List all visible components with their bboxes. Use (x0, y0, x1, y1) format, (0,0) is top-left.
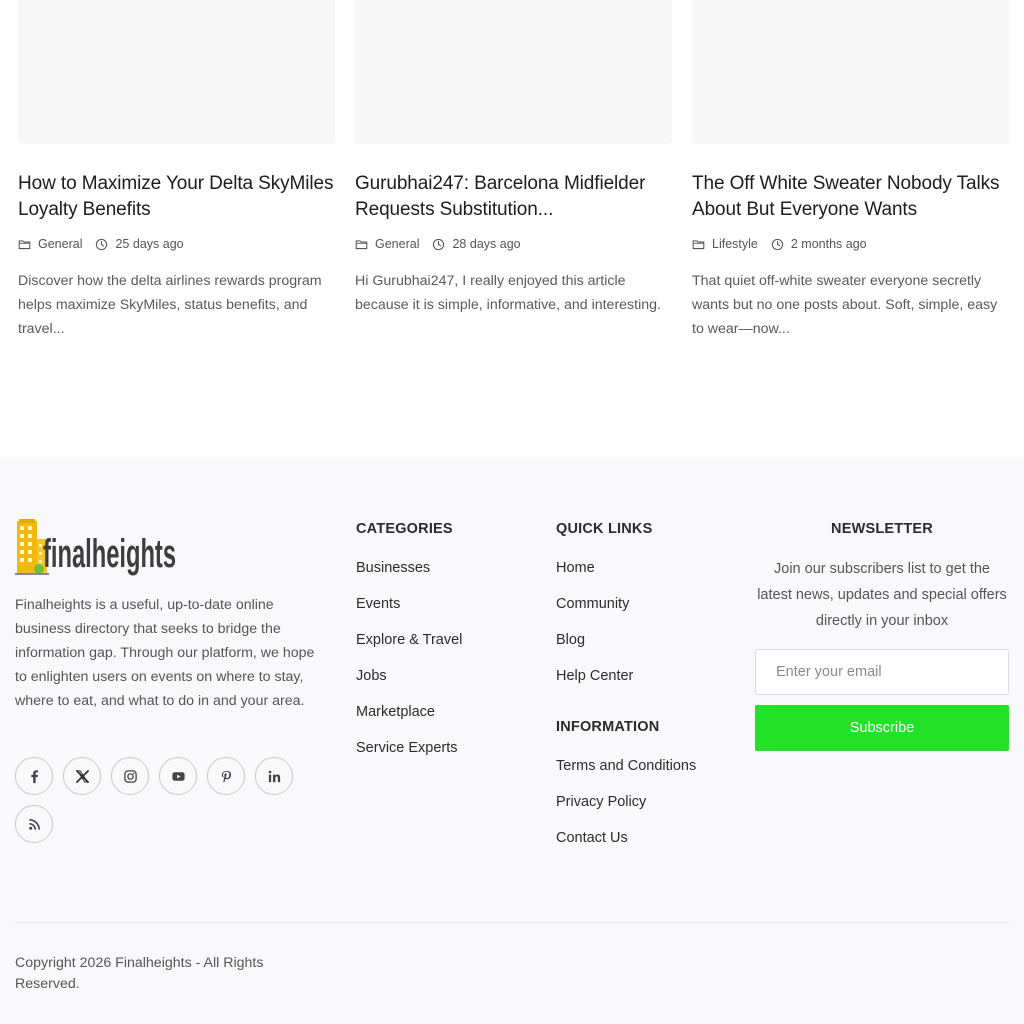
article-thumbnail[interactable] (355, 0, 672, 144)
svg-text:finalheights: finalheights (43, 532, 176, 576)
footer-link-home[interactable]: Home (556, 560, 595, 576)
clock-icon (432, 238, 445, 251)
article-card[interactable]: The Off White Sweater Nobody Talks About… (692, 0, 1009, 341)
footer-link-explore-travel[interactable]: Explore & Travel (356, 632, 462, 648)
article-excerpt: Hi Gurubhai247, I really enjoyed this ar… (355, 273, 661, 313)
footer-link-marketplace[interactable]: Marketplace (356, 704, 435, 720)
article-date: 25 days ago (115, 237, 184, 251)
about-text: Finalheights is a useful, up-to-date onl… (15, 597, 315, 709)
folder-icon (355, 238, 368, 251)
article-meta: General 25 days ago (18, 236, 335, 252)
article-title[interactable]: The Off White Sweater Nobody Talks About… (692, 171, 1009, 223)
clock-icon (95, 238, 108, 251)
footer-link-jobs[interactable]: Jobs (356, 668, 387, 684)
article-meta: Lifestyle 2 months ago (692, 236, 1009, 252)
footer-link-help-center[interactable]: Help Center (556, 668, 633, 684)
subscribe-button[interactable]: Subscribe (755, 705, 1009, 751)
article-meta: General 28 days ago (355, 236, 672, 252)
article-title[interactable]: Gurubhai247: Barcelona Midfielder Reques… (355, 171, 672, 223)
footer-link-blog[interactable]: Blog (556, 632, 585, 648)
article-date: 2 months ago (790, 237, 867, 251)
newsletter-heading: NEWSLETTER (831, 521, 933, 537)
article-category[interactable]: General (375, 237, 419, 251)
footer-link-terms[interactable]: Terms and Conditions (556, 758, 696, 774)
copyright-text: Copyright 2026 Finalheights - All Rights… (15, 955, 264, 992)
footer-divider (15, 922, 1009, 923)
newsletter-text: Join our subscribers list to get the lat… (757, 561, 1007, 629)
information-heading: INFORMATION (556, 719, 660, 735)
footer-link-community[interactable]: Community (556, 596, 629, 612)
footer-link-businesses[interactable]: Businesses (356, 560, 430, 576)
article-category[interactable]: General (38, 237, 82, 251)
article-excerpt: That quiet off-white sweater everyone se… (692, 273, 998, 337)
quick-links-heading: QUICK LINKS (556, 521, 653, 537)
email-field[interactable] (755, 649, 1009, 695)
article-card[interactable]: How to Maximize Your Delta SkyMiles Loya… (18, 0, 335, 341)
article-category[interactable]: Lifestyle (712, 237, 758, 251)
x-icon[interactable] (63, 757, 101, 795)
site-footer: finalheights Finalheights is a useful, u… (0, 457, 1024, 1024)
facebook-icon[interactable] (15, 757, 53, 795)
folder-icon (692, 238, 705, 251)
footer-link-contact[interactable]: Contact Us (556, 830, 628, 846)
article-thumbnail[interactable] (692, 0, 1009, 144)
rss-icon[interactable] (15, 805, 53, 843)
footer-link-events[interactable]: Events (356, 596, 400, 612)
article-title[interactable]: How to Maximize Your Delta SkyMiles Loya… (18, 171, 335, 223)
article-list: How to Maximize Your Delta SkyMiles Loya… (0, 0, 1024, 457)
pinterest-icon[interactable] (207, 757, 245, 795)
article-card[interactable]: Gurubhai247: Barcelona Midfielder Reques… (355, 0, 672, 317)
categories-heading: CATEGORIES (356, 521, 453, 537)
footer-link-privacy[interactable]: Privacy Policy (556, 794, 646, 810)
instagram-icon[interactable] (111, 757, 149, 795)
clock-icon (771, 238, 784, 251)
linkedin-icon[interactable] (255, 757, 293, 795)
site-logo[interactable]: finalheights (15, 517, 180, 579)
youtube-icon[interactable] (159, 757, 197, 795)
article-date: 28 days ago (452, 237, 521, 251)
folder-icon (18, 238, 31, 251)
footer-link-service-experts[interactable]: Service Experts (356, 740, 458, 756)
article-excerpt: Discover how the delta airlines rewards … (18, 273, 322, 337)
article-thumbnail[interactable] (18, 0, 335, 144)
